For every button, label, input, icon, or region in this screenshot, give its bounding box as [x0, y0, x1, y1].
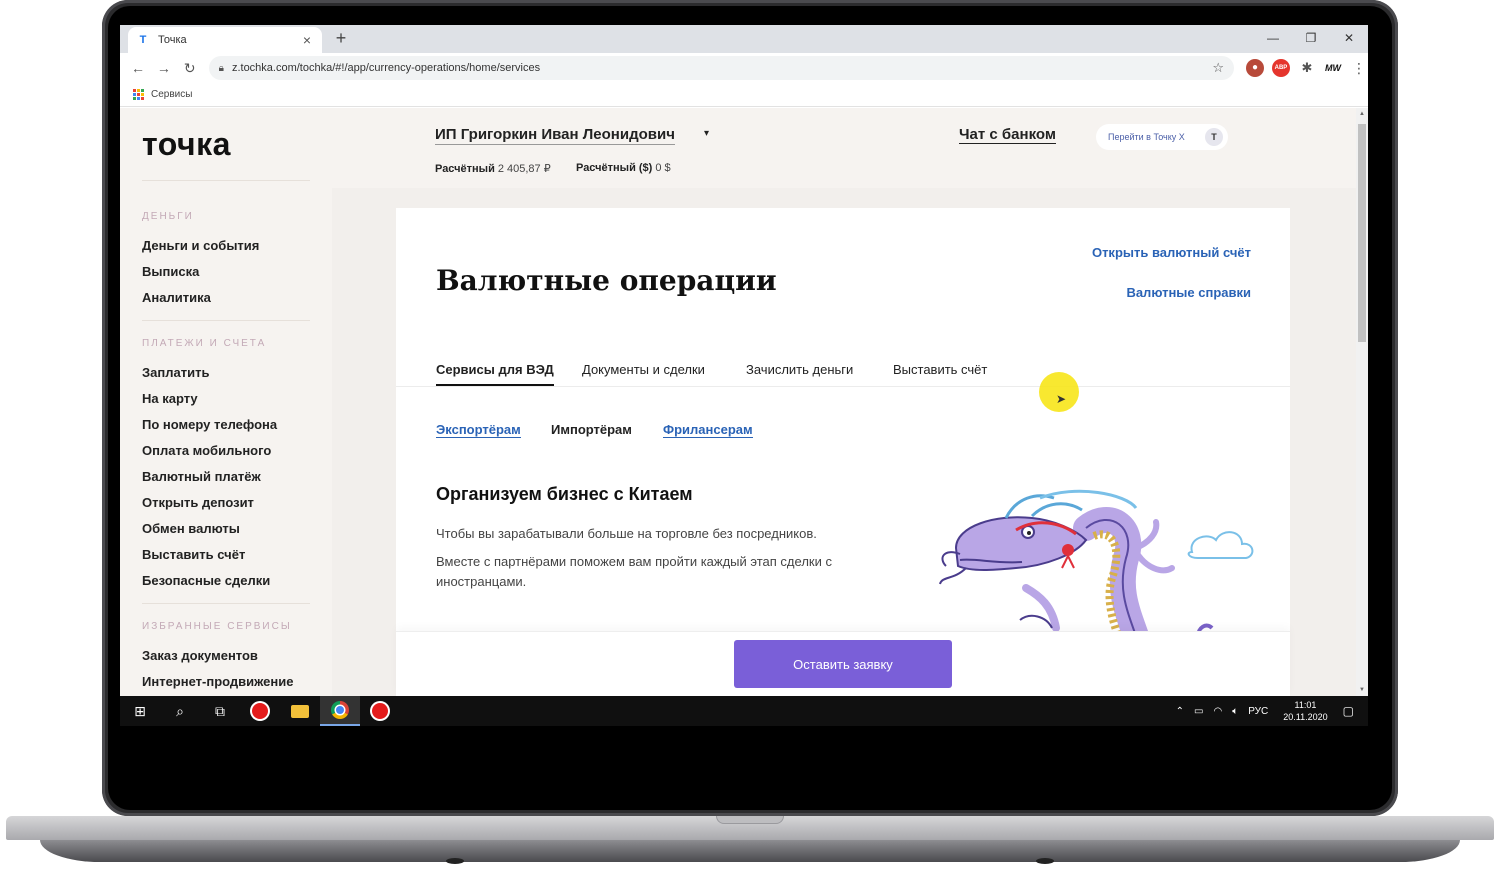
- puzzle-icon[interactable]: ✱: [1298, 59, 1316, 77]
- nav-section-title: ПЛАТЕЖИ И СЧЕТА: [142, 338, 267, 349]
- tab-title: Точка: [158, 34, 187, 46]
- sidebar-item[interactable]: Интернет-продвижение: [142, 674, 294, 689]
- sidebar-item[interactable]: Открыть депозит: [142, 495, 254, 510]
- recorder-app-icon[interactable]: [240, 696, 280, 726]
- tab-deposit[interactable]: Зачислить деньги: [746, 362, 853, 377]
- scroll-thumb[interactable]: [1358, 124, 1366, 342]
- tochka-logo[interactable]: точка: [142, 126, 231, 163]
- tochka-favicon-icon: Т: [139, 34, 147, 46]
- chrome-app-icon[interactable]: [320, 696, 360, 726]
- notifications-icon[interactable]: ▢: [1343, 704, 1354, 718]
- company-selector[interactable]: ИП Григоркин Иван Леонидович: [435, 126, 675, 145]
- app: точка ДЕНЬГИ Деньги и события Выписка Ан…: [120, 108, 1368, 696]
- sidebar-item[interactable]: Выставить счёт: [142, 547, 245, 562]
- adblock-icon[interactable]: ABP: [1271, 59, 1290, 77]
- bookmark-star-icon[interactable]: ☆: [1212, 60, 1224, 76]
- chat-with-bank-link[interactable]: Чат с банком: [959, 126, 1056, 144]
- bottom-action-bar: Оставить заявку: [396, 631, 1290, 696]
- recording-app-icon[interactable]: [360, 696, 400, 726]
- page-title: Валютные операции: [436, 264, 777, 297]
- browser-tab-strip: Т Точка × + — ❐ ✕: [120, 25, 1368, 53]
- nav-section-title: ИЗБРАННЫЕ СЕРВИСЫ: [142, 621, 292, 632]
- subtab-exporters[interactable]: Экспортёрам: [436, 422, 521, 438]
- wifi-icon[interactable]: ◠: [1214, 706, 1223, 717]
- subtab-importers[interactable]: Импортёрам: [551, 422, 632, 437]
- url-text: z.tochka.com/tochka/#!/app/currency-oper…: [231, 62, 541, 74]
- sidebar-item[interactable]: По номеру телефона: [142, 417, 277, 432]
- menu-dots-icon[interactable]: ⋮: [1350, 59, 1368, 77]
- subtab-freelancers[interactable]: Фрилансерам: [663, 422, 753, 438]
- volume-icon[interactable]: 🔈︎: [1232, 706, 1238, 717]
- search-icon[interactable]: ⌕: [160, 696, 200, 726]
- scroll-down-icon[interactable]: ▼: [1359, 687, 1365, 693]
- forward-icon[interactable]: →: [151, 60, 177, 76]
- lock-icon: 🔒︎: [218, 62, 224, 74]
- screen: Т Точка × + — ❐ ✕ ← → ↻ 🔒︎ z.tochka.com/…: [120, 25, 1368, 726]
- clock[interactable]: 11:01 20.11.2020: [1283, 699, 1327, 723]
- tab-documents[interactable]: Документы и сделки: [582, 362, 705, 377]
- taskbar: ⊞ ⌕ ⧉ ⌃ ▭ ◠ 🔈︎ РУС 11:01 20.11.2020 ▢: [120, 696, 1368, 726]
- nav-section-title: ДЕНЬГИ: [142, 211, 194, 222]
- browser-toolbar: ← → ↻ 🔒︎ z.tochka.com/tochka/#!/app/curr…: [120, 53, 1368, 83]
- bookmarks-bar: Сервисы: [120, 83, 1368, 107]
- account-usd[interactable]: Расчётный ($) 0 $: [576, 162, 671, 174]
- bookmark-services[interactable]: Сервисы: [151, 89, 192, 100]
- apps-grid-icon[interactable]: [133, 88, 145, 101]
- sidebar-item[interactable]: Обмен валюты: [142, 521, 240, 536]
- reload-icon[interactable]: ↻: [177, 60, 203, 77]
- back-icon[interactable]: ←: [125, 60, 151, 76]
- content-card: Валютные операции Открыть валютный счёт …: [396, 208, 1290, 696]
- tochka-x-badge: T: [1205, 128, 1223, 146]
- task-view-icon[interactable]: ⧉: [200, 696, 240, 726]
- windows-start-icon[interactable]: ⊞: [120, 696, 160, 726]
- dragon-illustration: [939, 489, 1254, 636]
- tochka-x-button[interactable]: Перейти в Точку Х T: [1096, 124, 1228, 150]
- window-controls: — ❐ ✕: [1254, 25, 1368, 53]
- sidebar-item[interactable]: Заплатить: [142, 365, 209, 380]
- submit-request-button[interactable]: Оставить заявку: [734, 640, 952, 688]
- restore-button[interactable]: ❐: [1292, 25, 1330, 51]
- open-currency-account-link[interactable]: Открыть валютный счёт: [1092, 245, 1251, 260]
- chevron-down-icon[interactable]: ▾: [704, 128, 709, 139]
- sidebar-item[interactable]: Безопасные сделки: [142, 573, 270, 588]
- tochka-x-label: Перейти в Точку Х: [1108, 132, 1185, 142]
- sidebar-item[interactable]: Деньги и события: [142, 238, 259, 253]
- close-tab-icon[interactable]: ×: [300, 32, 314, 48]
- main-area: ИП Григоркин Иван Леонидович ▾ Расчётный…: [332, 108, 1356, 696]
- mw-extension-icon[interactable]: MW: [1324, 59, 1342, 77]
- show-hidden-icons-icon[interactable]: ⌃: [1176, 706, 1184, 717]
- scroll-up-icon[interactable]: ▲: [1359, 111, 1365, 117]
- sidebar-item[interactable]: Выписка: [142, 264, 199, 279]
- sidebar-item[interactable]: Заказ документов: [142, 648, 258, 663]
- extensions: ● ABP ✱ MW ⋮: [1245, 59, 1368, 77]
- language-indicator[interactable]: РУС: [1248, 706, 1268, 717]
- account-rub[interactable]: Расчётный 2 405,87 ₽: [435, 162, 551, 175]
- sidebar-item[interactable]: Валютный платёж: [142, 469, 261, 484]
- new-tab-button[interactable]: +: [332, 28, 350, 49]
- tab-services[interactable]: Сервисы для ВЭД: [436, 362, 554, 386]
- close-window-button[interactable]: ✕: [1330, 25, 1368, 51]
- laptop-base: [0, 812, 1500, 878]
- cursor-pointer-icon: ➤: [1056, 392, 1067, 406]
- description-2: Вместе с партнёрами поможем вам пройти к…: [436, 554, 832, 589]
- sidebar: точка ДЕНЬГИ Деньги и события Выписка Ан…: [120, 108, 332, 696]
- section-title: Организуем бизнес с Китаем: [436, 484, 693, 504]
- topbar: ИП Григоркин Иван Леонидович ▾ Расчётный…: [332, 108, 1356, 188]
- browser-tab[interactable]: Т Точка ×: [128, 27, 322, 53]
- description-1: Чтобы вы зарабатывали больше на торговле…: [436, 526, 817, 541]
- sidebar-item[interactable]: На карту: [142, 391, 198, 406]
- battery-icon[interactable]: ▭: [1194, 706, 1203, 717]
- scrollbar[interactable]: ▲ ▼: [1356, 108, 1368, 696]
- extension-icon[interactable]: ●: [1245, 59, 1264, 77]
- currency-certificates-link[interactable]: Валютные справки: [1126, 285, 1251, 300]
- file-explorer-icon[interactable]: [280, 696, 320, 726]
- address-bar[interactable]: 🔒︎ z.tochka.com/tochka/#!/app/currency-o…: [208, 56, 1234, 80]
- sidebar-item[interactable]: Оплата мобильного: [142, 443, 271, 458]
- sidebar-item[interactable]: Аналитика: [142, 290, 211, 305]
- system-tray: ⌃ ▭ ◠ 🔈︎ РУС 11:01 20.11.2020 ▢: [1171, 696, 1368, 726]
- minimize-button[interactable]: —: [1254, 25, 1292, 51]
- tab-invoice[interactable]: Выставить счёт: [893, 362, 987, 377]
